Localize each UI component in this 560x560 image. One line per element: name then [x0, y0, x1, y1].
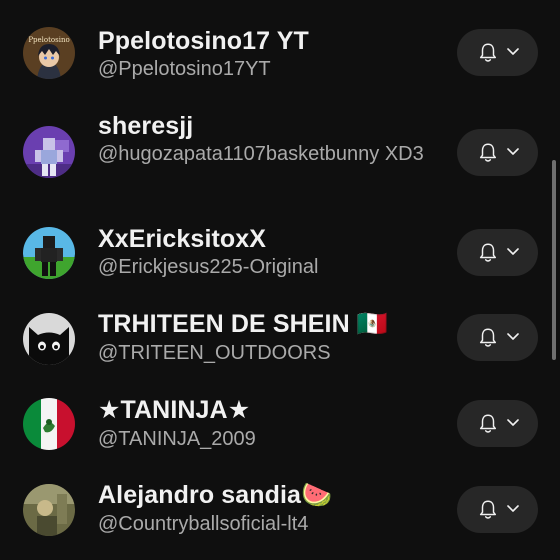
chevron-down-icon [507, 48, 519, 55]
chevron-down-icon [507, 148, 519, 155]
photo-avatar-icon [23, 484, 75, 536]
channel-name[interactable]: Ppelotosino17 YT [98, 26, 309, 56]
chevron-down-icon [507, 505, 519, 512]
cartoon-character-avatar-icon: Ppelotosino [23, 27, 75, 79]
bell-icon [479, 43, 497, 62]
channel-avatar[interactable] [23, 398, 75, 450]
channel-name[interactable]: sheresjj [98, 111, 193, 141]
notification-button[interactable] [457, 29, 538, 76]
channel-name[interactable]: ★TANINJA★ [98, 395, 250, 425]
scrollbar-thumb[interactable] [552, 160, 556, 360]
roblox-character-purple-avatar-icon [23, 126, 75, 178]
channel-avatar[interactable] [23, 313, 75, 365]
avatar-caption: Ppelotosino [28, 36, 69, 44]
black-cat-avatar-icon [23, 313, 75, 365]
channel-name[interactable]: Alejandro sandia🍉 [98, 480, 332, 510]
channel-handle: @Ppelotosino17YT [98, 58, 271, 80]
bell-icon [479, 143, 497, 162]
channel-avatar[interactable] [23, 227, 75, 279]
channel-name[interactable]: TRHITEEN DE SHEIN 🇲🇽 [98, 309, 388, 339]
bell-icon [479, 414, 497, 433]
notification-button[interactable] [457, 400, 538, 447]
channel-name[interactable]: XxEricksitoxX [98, 224, 266, 254]
bell-icon [479, 243, 497, 262]
mexico-flag-avatar-icon [23, 398, 75, 450]
subscriptions-list: Ppelotosino Ppelotosino17 YT @Ppelotosin… [0, 0, 560, 560]
notification-button[interactable] [457, 486, 538, 533]
channel-handle: @Erickjesus225-Original [98, 256, 319, 278]
chevron-down-icon [507, 248, 519, 255]
channel-avatar[interactable] [23, 126, 75, 178]
channel-avatar[interactable]: Ppelotosino [23, 27, 75, 79]
channel-handle: @hugozapata1107basketbunny XD3 [98, 143, 424, 165]
chevron-down-icon [507, 333, 519, 340]
notification-button[interactable] [457, 129, 538, 176]
channel-avatar[interactable] [23, 484, 75, 536]
channel-handle: @Countryballsoficial-lt4 [98, 513, 309, 535]
roblox-character-green-avatar-icon [23, 227, 75, 279]
bell-icon [479, 500, 497, 519]
channel-handle: @TRITEEN_OUTDOORS [98, 342, 331, 364]
chevron-down-icon [507, 419, 519, 426]
channel-handle: @TANINJA_2009 [98, 428, 256, 450]
notification-button[interactable] [457, 314, 538, 361]
notification-button[interactable] [457, 229, 538, 276]
bell-icon [479, 328, 497, 347]
